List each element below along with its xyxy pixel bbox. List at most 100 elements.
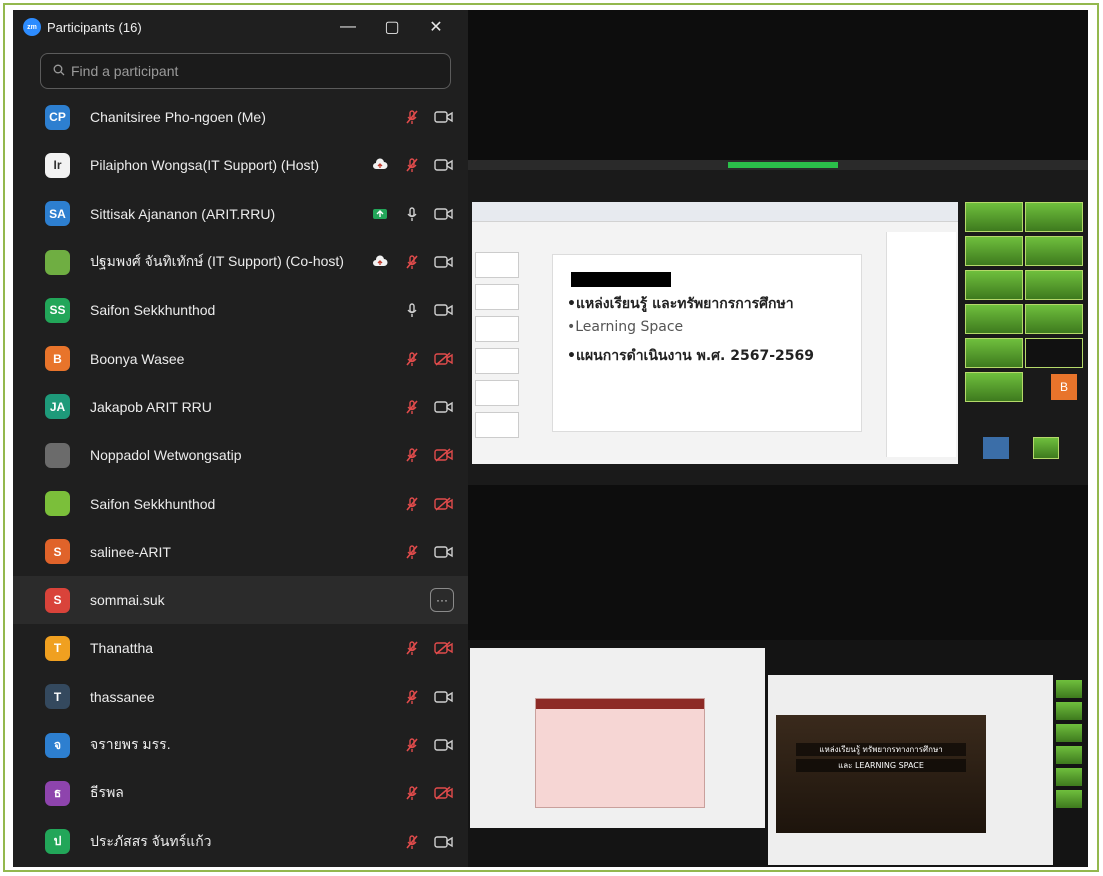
mic-muted-icon[interactable] — [402, 496, 422, 512]
mic-icon[interactable] — [402, 206, 422, 222]
search-icon — [53, 64, 65, 79]
more-options-button[interactable]: ··· — [430, 588, 454, 613]
video-off-icon[interactable] — [434, 496, 454, 512]
participant-name: Boonya Wasee — [90, 350, 185, 367]
search-input[interactable] — [71, 63, 411, 79]
share-toolbar — [468, 160, 1088, 170]
video-icon[interactable] — [434, 399, 454, 415]
participant-row[interactable]: JA Jakapob ARIT RRU — [13, 383, 468, 431]
participant-name: Noppadol Wetwongsatip — [90, 447, 242, 464]
participant-status-icons — [370, 254, 468, 270]
video-icon[interactable] — [434, 302, 454, 318]
mic-icon[interactable] — [402, 302, 422, 318]
mic-muted-icon[interactable] — [402, 737, 422, 753]
participant-status-icons — [402, 834, 468, 850]
minimize-button[interactable]: — — [326, 18, 370, 36]
slide-line-2: •Learning Space — [567, 319, 684, 335]
mini-gallery — [1056, 680, 1084, 830]
participant-row[interactable]: ปฐมพงศ์ จันทิเทักษ์ (IT Support) (Co-hos… — [13, 238, 468, 286]
participant-name: Thanattha — [90, 640, 154, 657]
participant-name: Sittisak Ajananon (ARIT.RRU) — [90, 205, 276, 222]
cloud-recording-icon — [370, 254, 390, 270]
panel-title: Participants (16) — [47, 19, 142, 35]
close-button[interactable]: ✕ — [414, 17, 458, 37]
participant-row[interactable]: Tthassanee — [13, 673, 468, 721]
mic-muted-icon[interactable] — [402, 351, 422, 367]
mic-muted-icon[interactable] — [402, 689, 422, 705]
video-icon[interactable] — [434, 834, 454, 850]
participant-row[interactable]: Ssalinee-ARIT — [13, 528, 468, 576]
video-off-icon[interactable] — [434, 785, 454, 801]
presentation-window: •แหล่งเรียนรู้ และทรัพยากรการศึกษา •Lear… — [472, 202, 958, 464]
video-caption-1: แหล่งเรียนรู้ ทรัพยากรทางการศึกษา — [796, 743, 966, 756]
participant-name: จรายพร มรร. — [90, 736, 171, 752]
participant-status-icons — [402, 496, 468, 512]
mic-muted-icon[interactable] — [402, 254, 422, 270]
mic-muted-icon[interactable] — [402, 544, 422, 560]
participant-row[interactable]: ป ประภัสสร จันทร์แก้ว — [13, 817, 468, 865]
participant-status-icons — [370, 206, 468, 222]
participant-row[interactable]: B Boonya Wasee — [13, 334, 468, 382]
participant-status-icons — [402, 737, 468, 753]
participant-status-icons — [402, 447, 468, 463]
avatar: SA — [45, 201, 70, 227]
screen-share-icon — [370, 206, 390, 222]
slide-line-3: •แผนการดำเนินงาน พ.ศ. 2567-2569 — [567, 348, 814, 364]
avatar — [45, 442, 70, 468]
participant-row[interactable]: CP Chanitsiree Pho-ngoen (Me) — [13, 93, 468, 141]
avatar: B — [45, 346, 70, 372]
avatar: จ — [45, 732, 70, 758]
mic-muted-icon[interactable] — [402, 157, 422, 173]
participant-row[interactable]: จ จรายพร มรร. — [13, 721, 468, 769]
mic-muted-icon[interactable] — [402, 834, 422, 850]
participant-name: Saifon Sekkhunthod — [90, 495, 216, 512]
video-icon[interactable] — [434, 544, 454, 560]
participant-row[interactable]: Ssommai.suk ··· — [13, 575, 468, 625]
maximize-button[interactable]: ▢ — [370, 17, 414, 37]
participant-row[interactable]: Ir Pilaiphon Wongsa(IT Support) (Host) — [13, 141, 468, 189]
participant-list: CP Chanitsiree Pho-ngoen (Me) Ir Pilaiphon … — [13, 93, 468, 866]
avatar: JA — [45, 394, 70, 420]
redacted-block — [571, 272, 671, 287]
participant-row[interactable]: SA Sittisak Ajananon (ARIT.RRU) — [13, 190, 468, 238]
participant-status-icons — [402, 544, 468, 560]
participant-name: Saifon Sekkhunthod — [90, 302, 216, 319]
participant-status-icons — [370, 157, 468, 173]
participant-name: sommai.suk — [90, 592, 165, 609]
zoom-logo-icon: zm — [23, 18, 41, 36]
video-icon[interactable] — [434, 109, 454, 125]
video-player[interactable]: แหล่งเรียนรู้ ทรัพยากรทางการศึกษา และ LE… — [776, 715, 986, 833]
participant-status-icons — [402, 640, 468, 656]
participant-row[interactable]: SS Saifon Sekkhunthod — [13, 286, 468, 334]
mic-muted-icon[interactable] — [402, 109, 422, 125]
video-caption-2: และ LEARNING SPACE — [796, 759, 966, 772]
participant-status-icons — [402, 785, 468, 801]
video-icon[interactable] — [434, 689, 454, 705]
video-icon[interactable] — [434, 737, 454, 753]
panel-titlebar: zm Participants (16) — ▢ ✕ — [13, 10, 468, 44]
participant-status-icons — [402, 689, 468, 705]
mic-muted-icon[interactable] — [402, 640, 422, 656]
screenshot-frame: zm Participants (16) — ▢ ✕ CP Chanitsiree… — [3, 3, 1099, 872]
video-off-icon[interactable] — [434, 447, 454, 463]
video-icon[interactable] — [434, 206, 454, 222]
presentation-toolbar — [472, 202, 958, 222]
participant-row[interactable]: T Thanattha — [13, 624, 468, 672]
search-box[interactable] — [40, 53, 451, 89]
mic-muted-icon[interactable] — [402, 399, 422, 415]
avatar: ธ — [45, 780, 70, 806]
participant-row[interactable]: Saifon Sekkhunthod — [13, 479, 468, 527]
avatar: S — [45, 539, 70, 565]
meeting-view: zm Participants (16) — ▢ ✕ CP Chanitsiree… — [13, 10, 1088, 867]
mic-muted-icon[interactable] — [402, 785, 422, 801]
avatar: S — [45, 587, 70, 613]
video-icon[interactable] — [434, 254, 454, 270]
participant-status-icons — [402, 109, 468, 125]
table-image — [535, 698, 705, 808]
video-off-icon[interactable] — [434, 351, 454, 367]
participant-row[interactable]: Noppadol Wetwongsatip — [13, 431, 468, 479]
mic-muted-icon[interactable] — [402, 447, 422, 463]
video-off-icon[interactable] — [434, 640, 454, 656]
video-icon[interactable] — [434, 157, 454, 173]
participant-row[interactable]: ธ ธีรพล — [13, 769, 468, 817]
